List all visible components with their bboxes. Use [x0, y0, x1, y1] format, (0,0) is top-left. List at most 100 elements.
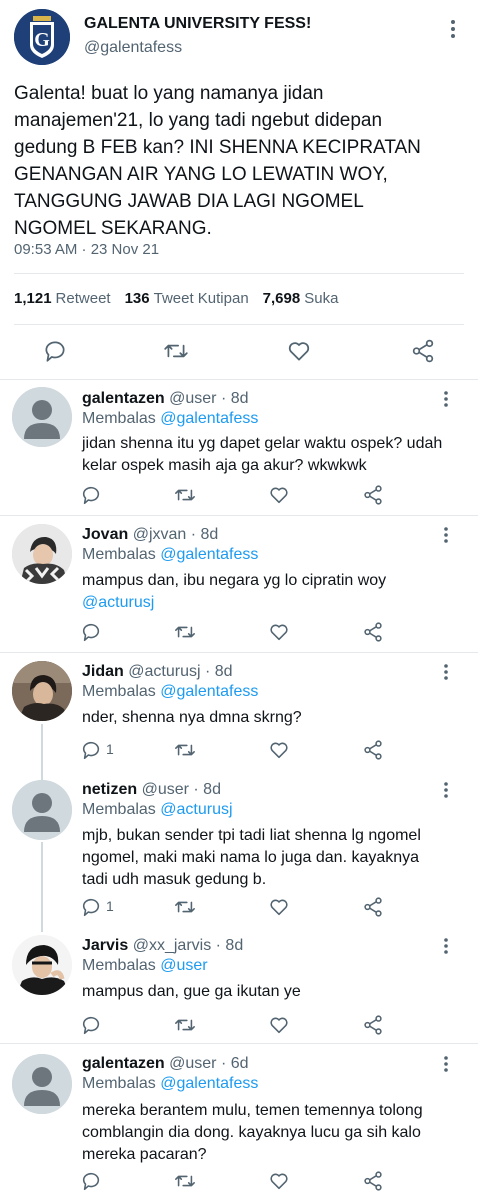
reply-actions [80, 1170, 400, 1192]
avatar[interactable] [12, 661, 72, 721]
comment-icon[interactable] [80, 739, 102, 761]
retweet-icon[interactable] [174, 739, 196, 761]
reply-meta: @user · 8d [169, 390, 249, 407]
replying-to-mention[interactable]: @galentafess [160, 546, 258, 563]
heart-icon[interactable] [268, 621, 290, 643]
retweet-icon[interactable] [174, 484, 196, 506]
like-count[interactable]: 7,698 [263, 290, 301, 307]
reply-author-name[interactable]: Jarvis [82, 937, 128, 954]
reply-actions [80, 1014, 400, 1036]
heart-icon[interactable] [268, 1014, 290, 1036]
heart-icon[interactable] [268, 1170, 290, 1192]
retweet-label[interactable]: Retweet [56, 290, 111, 307]
university-logo: G [14, 9, 70, 65]
reply-text: mampus dan, ibu negara yg lo cipratin wo… [82, 572, 387, 589]
reply-author-name[interactable]: Jovan [82, 526, 128, 543]
more-vertical-icon[interactable] [440, 937, 452, 955]
heart-icon[interactable] [268, 896, 290, 918]
share-icon[interactable] [362, 739, 384, 761]
comment-icon[interactable] [80, 621, 102, 643]
replying-label: Membalas [82, 957, 156, 974]
replying-to-mention[interactable]: @galentafess [160, 1075, 258, 1092]
avatar[interactable] [12, 935, 72, 995]
tweet-timestamp: 09:53 AM · 23 Nov 21 [14, 241, 160, 258]
comment-icon[interactable] [80, 484, 102, 506]
profile-photo-icon [12, 935, 72, 995]
avatar[interactable] [12, 524, 72, 584]
retweet-icon[interactable] [174, 1170, 196, 1192]
heart-icon[interactable] [286, 338, 312, 364]
replying-to-mention[interactable]: @galentafess [160, 410, 258, 427]
comment-icon[interactable] [80, 1170, 102, 1192]
reply-meta: @user · 6d [169, 1055, 249, 1072]
replying-label: Membalas [82, 801, 156, 818]
replying-to-mention[interactable]: @galentafess [160, 683, 258, 700]
avatar[interactable] [12, 387, 72, 447]
account-avatar[interactable]: G [14, 9, 70, 65]
avatar[interactable] [12, 780, 72, 840]
reply-actions: 1 [80, 739, 400, 761]
default-avatar-icon [12, 780, 72, 840]
retweet-icon[interactable] [163, 338, 189, 364]
reply-author-name[interactable]: galentazen [82, 1055, 165, 1072]
comment-icon[interactable] [80, 896, 102, 918]
reply-tweet[interactable]: Jidan @acturusj · 8d Membalas @galentafe… [0, 654, 478, 778]
reply-meta: @acturusj · 8d [128, 663, 233, 680]
like-label[interactable]: Suka [304, 290, 338, 307]
replying-to-mention[interactable]: @user [160, 957, 207, 974]
tweet-body: Galenta! buat lo yang namanya jidan mana… [14, 83, 421, 239]
replying-label: Membalas [82, 1075, 156, 1092]
account-name[interactable]: GALENTA UNIVERSITY FESS! [84, 15, 311, 33]
share-icon[interactable] [362, 896, 384, 918]
reply-tweet[interactable]: galentazen @user · 8d Membalas @galentaf… [0, 381, 478, 516]
reply-text: mjb, bukan sender tpi tadi liat shenna l… [82, 827, 421, 888]
reply-count: 1 [106, 741, 114, 757]
share-icon[interactable] [410, 338, 436, 364]
share-icon[interactable] [362, 1014, 384, 1036]
retweet-icon[interactable] [174, 621, 196, 643]
reply-meta: @xx_jarvis · 8d [132, 937, 244, 954]
replying-label: Membalas [82, 683, 156, 700]
more-vertical-icon[interactable] [440, 663, 452, 681]
share-icon[interactable] [362, 1170, 384, 1192]
retweet-icon[interactable] [174, 1014, 196, 1036]
tweet-actions [0, 338, 478, 366]
more-vertical-icon[interactable] [440, 1055, 452, 1073]
reply-tweet[interactable]: netizen @user · 8d Membalas @acturusj mj… [0, 778, 478, 930]
reply-text: mampus dan, gue ga ikutan ye [82, 983, 301, 1000]
replying-label: Membalas [82, 410, 156, 427]
reply-author-name[interactable]: Jidan [82, 663, 124, 680]
reply-actions [80, 621, 400, 643]
default-avatar-icon [12, 1054, 72, 1114]
more-vertical-icon[interactable] [440, 390, 452, 408]
heart-icon[interactable] [268, 484, 290, 506]
replying-to-mention[interactable]: @acturusj [160, 801, 232, 818]
reply-author-name[interactable]: netizen [82, 781, 137, 798]
tweet-stats: 1,121 Retweet 136 Tweet Kutipan 7,698 Suka [14, 290, 352, 307]
reply-text: jidan shenna itu yg dapet gelar waktu os… [82, 435, 443, 474]
divider [14, 324, 464, 325]
quote-count[interactable]: 136 [125, 290, 150, 307]
comment-icon[interactable] [42, 338, 68, 364]
reply-tweet[interactable]: galentazen @user · 6d Membalas @galentaf… [0, 1045, 478, 1200]
reply-tweet[interactable]: Jovan @jxvan · 8d Membalas @galentafess … [0, 517, 478, 653]
avatar[interactable] [12, 1054, 72, 1114]
reply-count: 1 [106, 898, 114, 914]
more-vertical-icon[interactable] [440, 526, 452, 544]
default-avatar-icon [12, 387, 72, 447]
reply-tweet[interactable]: Jarvis @xx_jarvis · 8d Membalas @user ma… [0, 930, 478, 1044]
quote-label[interactable]: Tweet Kutipan [154, 290, 249, 307]
share-icon[interactable] [362, 484, 384, 506]
more-vertical-icon[interactable] [446, 18, 460, 40]
retweet-icon[interactable] [174, 896, 196, 918]
text-mention[interactable]: @acturusj [82, 594, 154, 611]
retweet-count[interactable]: 1,121 [14, 290, 52, 307]
main-tweet: G GALENTA UNIVERSITY FESS! @galentafess … [0, 0, 478, 380]
reply-author-name[interactable]: galentazen [82, 390, 165, 407]
comment-icon[interactable] [80, 1014, 102, 1036]
account-handle[interactable]: @galentafess [84, 39, 182, 57]
profile-photo-icon [12, 524, 72, 584]
heart-icon[interactable] [268, 739, 290, 761]
share-icon[interactable] [362, 621, 384, 643]
more-vertical-icon[interactable] [440, 781, 452, 799]
